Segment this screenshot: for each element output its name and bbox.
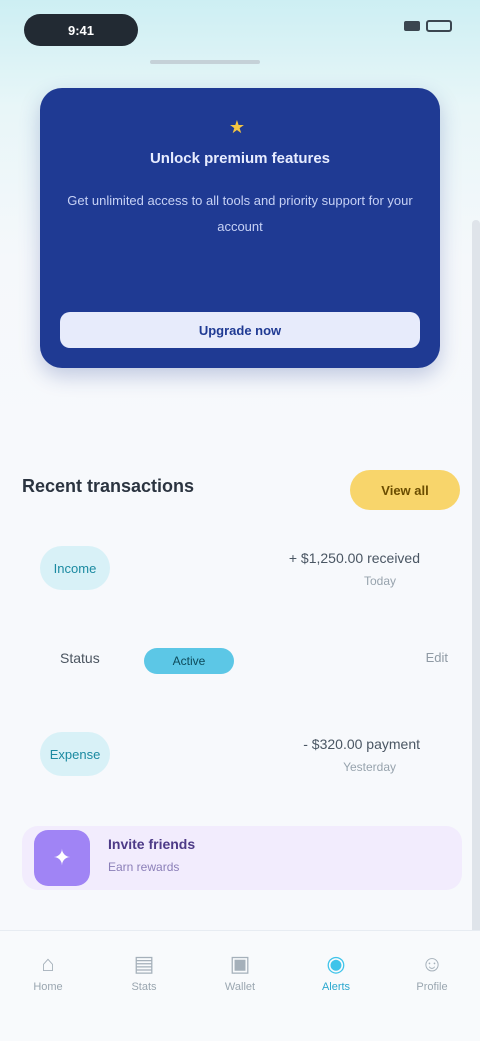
upgrade-button[interactable]: Upgrade now — [60, 312, 420, 348]
list-item[interactable]: Income + $1,250.00 received Today — [22, 540, 442, 600]
edit-link[interactable]: Edit — [426, 650, 448, 665]
top-indicator — [150, 60, 260, 64]
user-icon: ☺ — [420, 951, 444, 976]
invite-card[interactable]: ✦ Invite friends Earn rewards — [22, 826, 462, 890]
status-label: Status — [60, 650, 100, 666]
list-item-sub: Yesterday — [343, 760, 396, 774]
star-icon: ★ — [228, 117, 246, 137]
status-bar: 9:41 — [0, 0, 480, 64]
nav-home[interactable]: ⌂ Home — [18, 949, 78, 1009]
status-time: 9:41 — [24, 14, 138, 46]
battery-icon — [426, 20, 452, 32]
nav-label: Stats — [131, 981, 157, 993]
wallet-icon: ▣ — [229, 951, 251, 976]
home-icon: ⌂ — [41, 951, 55, 976]
section-title: Recent transactions — [22, 476, 195, 496]
nav-wallet[interactable]: ▣ Wallet — [210, 949, 270, 1009]
list-item-text: + $1,250.00 received — [288, 550, 420, 566]
promo-description: Get unlimited access to all tools and pr… — [67, 193, 413, 234]
nav-label: Alerts — [321, 981, 351, 993]
scrollbar[interactable] — [472, 220, 480, 980]
invite-subtitle: Earn rewards — [108, 860, 180, 874]
nav-stats[interactable]: ▤ Stats — [114, 949, 174, 1009]
expense-tag: Expense — [40, 732, 110, 776]
gift-icon: ✦ — [34, 830, 90, 886]
transaction-list: Income + $1,250.00 received Today — [22, 540, 442, 600]
chart-icon: ▤ — [133, 951, 155, 976]
nav-label: Wallet — [224, 981, 256, 993]
nav-alerts[interactable]: ◉ Alerts — [306, 949, 366, 1009]
bell-icon: ◉ — [326, 951, 346, 976]
income-tag: Income — [40, 546, 110, 590]
nav-label: Home — [33, 981, 63, 993]
signal-icon — [404, 21, 420, 31]
list-item-sub: Today — [363, 574, 396, 588]
view-all-button[interactable]: View all — [350, 470, 460, 510]
status-icons — [404, 20, 452, 32]
promo-title: Unlock premium features — [149, 150, 331, 167]
invite-title: Invite friends — [108, 836, 196, 852]
status-chip: Active — [144, 648, 234, 674]
nav-profile[interactable]: ☺ Profile — [402, 949, 462, 1009]
nav-label: Profile — [416, 981, 448, 993]
list-item-text: - $320.00 payment — [303, 736, 420, 752]
bottom-nav: ⌂ Home ▤ Stats ▣ Wallet ◉ Alerts ☺ Profi… — [0, 930, 480, 1041]
list-item[interactable]: Expense - $320.00 payment Yesterday — [22, 726, 442, 786]
status-row[interactable]: Status Active Edit — [22, 640, 458, 684]
